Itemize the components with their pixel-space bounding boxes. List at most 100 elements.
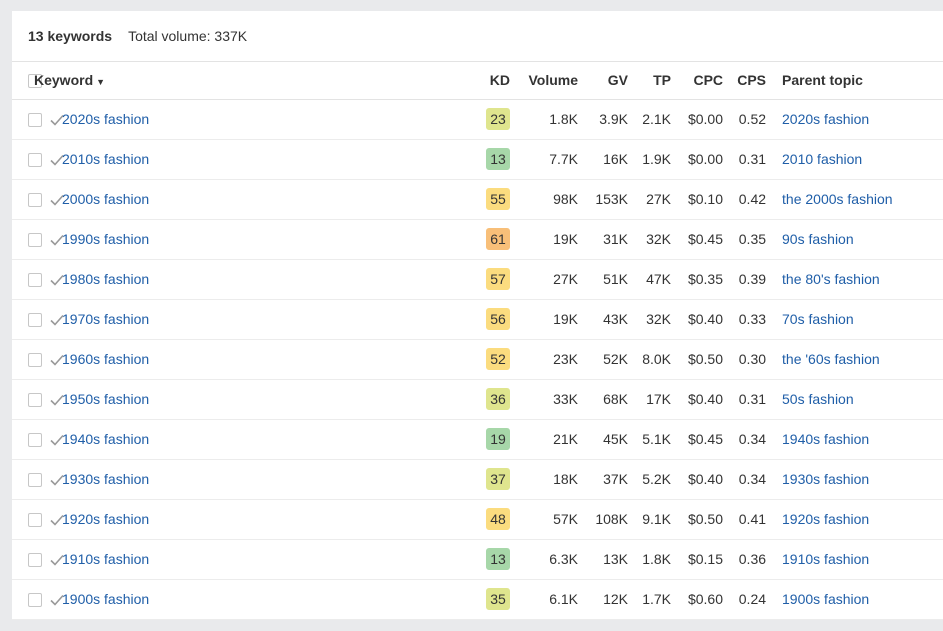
keyword-link[interactable]: 1950s fashion [62, 391, 149, 407]
row-checkbox-cell [12, 539, 50, 579]
row-checkbox-cell [12, 219, 50, 259]
parent-topic-link[interactable]: 1920s fashion [782, 511, 869, 527]
keyword-link[interactable]: 1970s fashion [62, 311, 149, 327]
gv-cell: 52K [603, 351, 629, 367]
parent-topic-link[interactable]: 90s fashion [782, 231, 854, 247]
volume-cell: 18K [553, 471, 579, 487]
parent-topic-link[interactable]: 2020s fashion [782, 111, 869, 127]
row-checkbox[interactable] [28, 313, 42, 328]
gv-cell: 43K [603, 311, 629, 327]
row-checkbox[interactable] [28, 113, 42, 128]
row-checkbox[interactable] [28, 473, 42, 488]
kd-cell: 48 [470, 499, 511, 539]
tp-cell: 1.8K [642, 551, 672, 567]
column-tp[interactable]: TP [628, 62, 671, 99]
column-keyword-label: Keyword [34, 72, 94, 89]
row-checkbox[interactable] [28, 353, 42, 368]
keyword-link[interactable]: 1930s fashion [62, 471, 149, 487]
row-checkbox-cell [12, 339, 50, 379]
keyword-link[interactable]: 1900s fashion [62, 591, 149, 607]
kd-badge: 13 [486, 548, 511, 570]
keyword-link[interactable]: 2010s fashion [62, 151, 149, 167]
kd-cell: 37 [470, 459, 511, 499]
keyword-link[interactable]: 1990s fashion [62, 231, 149, 247]
volume-cell: 23K [553, 351, 579, 367]
gv-cell: 68K [603, 391, 629, 407]
parent-topic-link[interactable]: the '60s fashion [782, 351, 880, 367]
volume-cell: 6.3K [549, 551, 579, 567]
keyword-link[interactable]: 2000s fashion [62, 191, 149, 207]
tp-cell: 47K [646, 271, 672, 287]
tp-cell: 9.1K [642, 511, 672, 527]
table-row: 2020s fashion 23 1.8K 3.9K 2.1K $0.00 0.… [12, 99, 943, 139]
row-checkbox[interactable] [28, 513, 42, 528]
parent-topic-cell: 2010 fashion [766, 139, 943, 179]
keyword-link[interactable]: 1920s fashion [62, 511, 149, 527]
keyword-count: 13 keywords [28, 28, 113, 44]
keyword-link[interactable]: 1910s fashion [62, 551, 149, 567]
column-kd[interactable]: KD [470, 62, 510, 99]
row-checkbox[interactable] [28, 153, 42, 168]
gv-cell: 3.9K [599, 111, 629, 127]
row-checkbox[interactable] [28, 553, 42, 568]
cpc-cell: $0.60 [687, 591, 724, 607]
table-row: 1960s fashion 52 23K 52K 8.0K $0.50 0.30… [12, 339, 943, 379]
row-checkbox[interactable] [28, 233, 42, 248]
keyword-link[interactable]: 1980s fashion [62, 271, 149, 287]
keyword-cell: 1980s fashion [62, 259, 470, 299]
cps-cell: 0.36 [738, 551, 767, 567]
cpc-cell: $0.15 [687, 551, 724, 567]
row-checkbox[interactable] [28, 193, 42, 208]
tp-cell: 32K [646, 311, 672, 327]
kd-cell: 35 [470, 579, 511, 619]
column-volume[interactable]: Volume [510, 62, 578, 99]
keyword-cell: 1950s fashion [62, 379, 470, 419]
parent-topic-link[interactable]: 2010 fashion [782, 151, 862, 167]
keyword-link[interactable]: 2020s fashion [62, 111, 149, 127]
row-checkbox[interactable] [28, 593, 42, 608]
cpc-cell: $0.40 [687, 391, 724, 407]
parent-topic-link[interactable]: 50s fashion [782, 391, 854, 407]
keyword-link[interactable]: 1940s fashion [62, 431, 149, 447]
table-row: 1910s fashion 13 6.3K 13K 1.8K $0.15 0.3… [12, 539, 943, 579]
parent-topic-link[interactable]: 1900s fashion [782, 591, 869, 607]
column-cps[interactable]: CPS [723, 62, 766, 99]
table-row: 1970s fashion 56 19K 43K 32K $0.40 0.33 … [12, 299, 943, 339]
parent-topic-link[interactable]: 70s fashion [782, 311, 854, 327]
keyword-link[interactable]: 1960s fashion [62, 351, 149, 367]
parent-topic-link[interactable]: the 80's fashion [782, 271, 880, 287]
kd-cell: 57 [470, 259, 511, 299]
parent-topic-link[interactable]: 1910s fashion [782, 551, 869, 567]
cps-cell: 0.24 [738, 591, 767, 607]
gv-cell: 31K [603, 231, 629, 247]
summary-bar: 13 keywords Total volume: 337K [12, 11, 943, 62]
volume-cell: 1.8K [549, 111, 579, 127]
keyword-cell: 2000s fashion [62, 179, 470, 219]
row-checkbox-cell [12, 579, 50, 619]
parent-topic-link[interactable]: 1940s fashion [782, 431, 869, 447]
kd-cell: 13 [470, 539, 511, 579]
column-cpc[interactable]: CPC [671, 62, 723, 99]
kd-badge: 56 [486, 308, 511, 330]
table-row: 1920s fashion 48 57K 108K 9.1K $0.50 0.4… [12, 499, 943, 539]
tp-cell: 5.1K [642, 431, 672, 447]
kd-badge: 52 [486, 348, 511, 370]
parent-topic-link[interactable]: the 2000s fashion [782, 191, 893, 207]
row-checkbox[interactable] [28, 393, 42, 408]
kd-badge: 13 [486, 148, 511, 170]
tp-cell: 27K [646, 191, 672, 207]
parent-topic-cell: 50s fashion [766, 379, 943, 419]
volume-cell: 27K [553, 271, 579, 287]
volume-cell: 21K [553, 431, 579, 447]
column-parent-topic[interactable]: Parent topic [766, 62, 943, 99]
column-keyword[interactable]: Keyword ▼ [34, 62, 470, 99]
keyword-cell: 1920s fashion [62, 499, 470, 539]
volume-cell: 6.1K [549, 591, 579, 607]
kd-badge: 55 [486, 188, 511, 210]
parent-topic-link[interactable]: 1930s fashion [782, 471, 869, 487]
row-checkbox[interactable] [28, 273, 42, 288]
row-checkbox[interactable] [28, 433, 42, 448]
column-gv[interactable]: GV [578, 62, 628, 99]
kd-badge: 61 [486, 228, 511, 250]
parent-topic-cell: 2020s fashion [766, 99, 943, 139]
